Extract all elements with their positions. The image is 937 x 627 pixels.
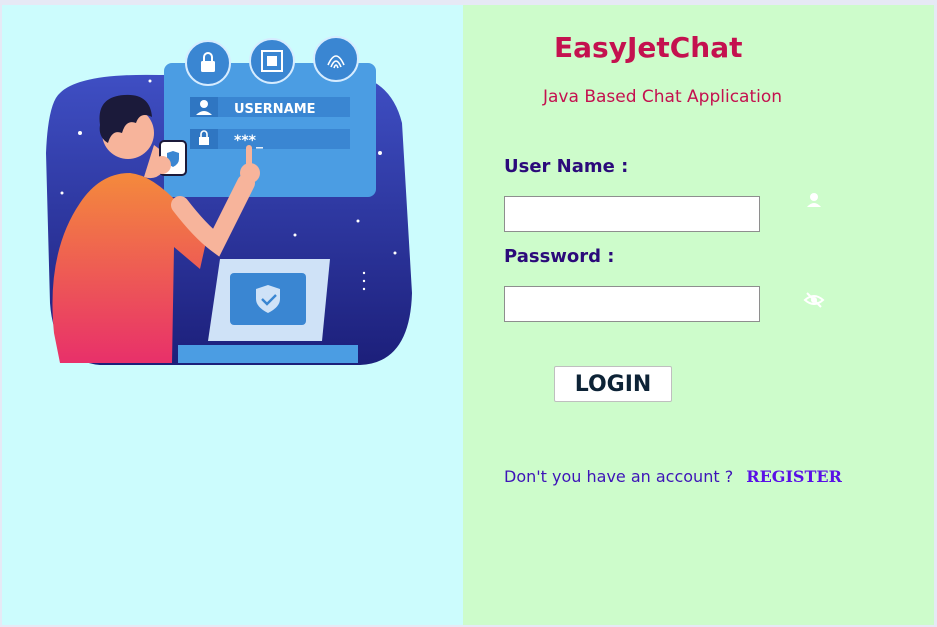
register-link[interactable]: REGISTER xyxy=(746,467,842,486)
register-prompt: Don't you have an account ? xyxy=(504,467,734,486)
illustration-username-text: USERNAME xyxy=(234,102,316,117)
login-panel: EasyJetChat Java Based Chat Application … xyxy=(463,5,934,625)
username-input[interactable] xyxy=(504,196,760,232)
username-label: User Name : xyxy=(504,156,629,177)
login-window: USERNAME ***_ EasyJetChat Java Based Cha… xyxy=(2,5,934,625)
app-subtitle: Java Based Chat Application xyxy=(543,87,783,107)
illustration-panel: USERNAME ***_ xyxy=(2,5,463,625)
password-input[interactable] xyxy=(504,286,760,322)
user-icon xyxy=(807,193,821,207)
register-row: Don't you have an account ? REGISTER xyxy=(504,467,842,486)
password-label: Password : xyxy=(504,246,615,267)
login-button[interactable]: LOGIN xyxy=(554,366,672,402)
app-title: EasyJetChat xyxy=(554,31,743,64)
login-illustration: USERNAME ***_ xyxy=(46,36,412,365)
eye-slash-icon[interactable] xyxy=(803,289,825,311)
